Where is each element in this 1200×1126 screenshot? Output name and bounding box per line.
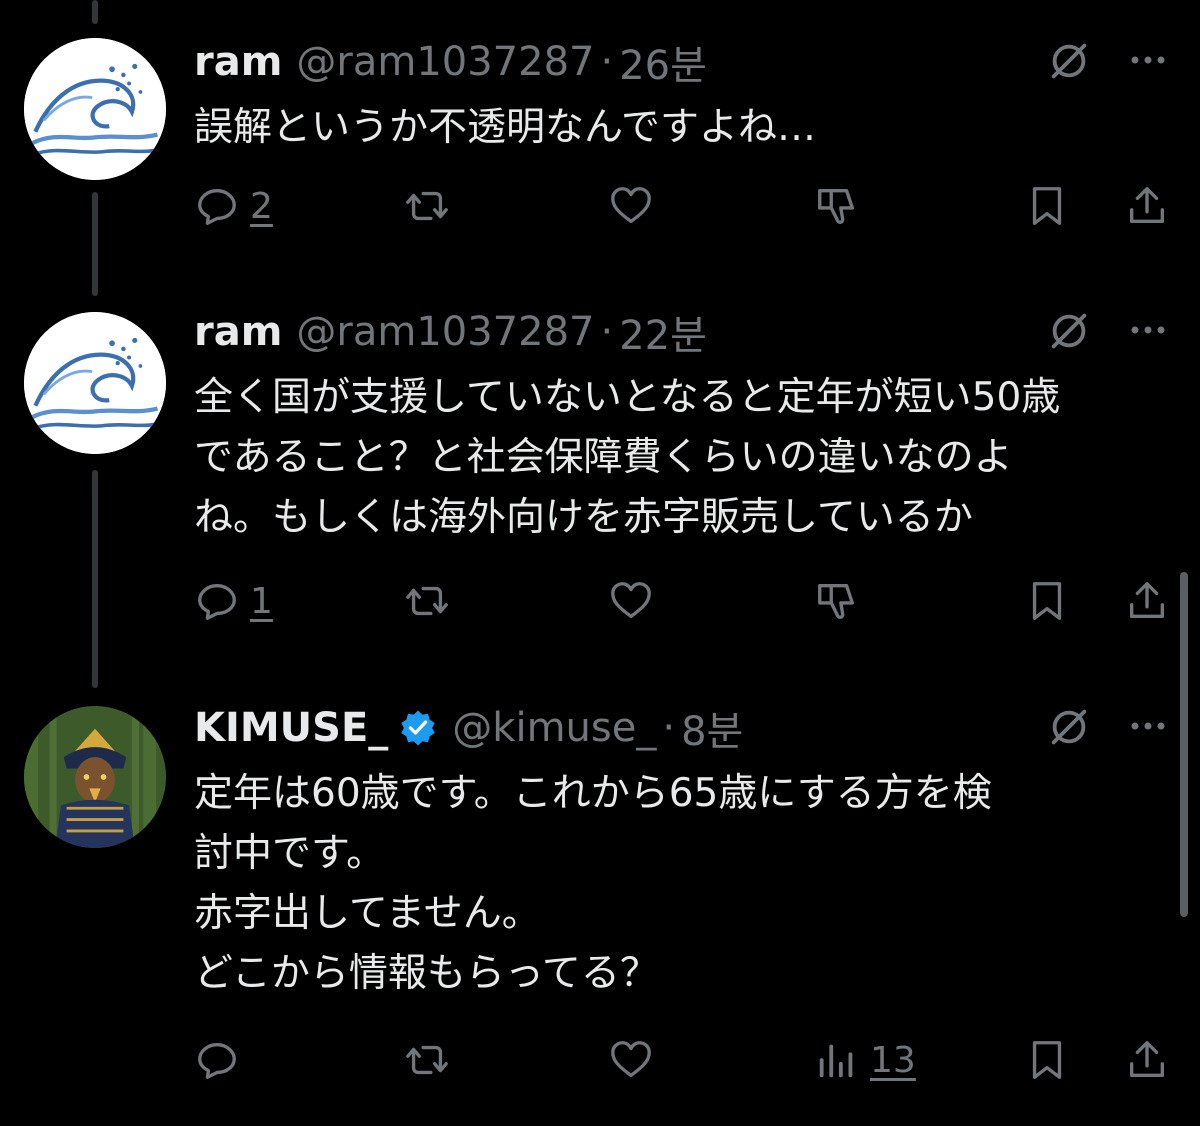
reply-count: 1 — [250, 580, 273, 622]
dislike-button[interactable] — [814, 180, 860, 232]
user-handle[interactable]: @kimuse_ — [452, 705, 656, 751]
tweet-text-line: ね。もしくは海外向けを赤字販売しているか — [194, 495, 973, 540]
retweet-button[interactable] — [404, 1034, 450, 1086]
grok-icon[interactable] — [1046, 308, 1092, 354]
bookmark-button[interactable] — [1024, 180, 1070, 232]
tweet-text: 全く国が支援していないとなると定年が短い50歳 であること？と社会保障費くらいの… — [194, 368, 1154, 548]
avatar[interactable] — [24, 38, 166, 180]
dislike-icon — [818, 583, 855, 619]
timestamp[interactable]: 22분 — [619, 303, 707, 361]
separator-dot: · — [600, 309, 614, 355]
tweet-text: 定年は60歳です。これから65歳にする方を検 討中です。 赤字出してません。 ど… — [194, 764, 1154, 1004]
separator-dot: · — [662, 705, 676, 751]
views-count: 13 — [870, 1039, 916, 1081]
tweet-text-line: 誤解というか不透明なんですよね… — [194, 105, 817, 150]
tweet-text-line: 定年は60歳です。これから65歳にする方を検 — [194, 771, 992, 816]
tweet-text-line: どこから情報もらってる？ — [194, 951, 659, 996]
like-icon — [611, 582, 651, 619]
bookmark-icon — [1032, 582, 1062, 620]
views-icon — [819, 1044, 853, 1078]
avatar[interactable] — [24, 312, 166, 454]
tweet-text: 誤解というか不透明なんですよね… — [194, 98, 1154, 158]
reply-button[interactable]: 1 — [194, 575, 273, 627]
reply-icon — [198, 583, 236, 620]
reply-icon — [198, 1042, 236, 1079]
reply-count: 2 — [250, 185, 273, 227]
avatar[interactable] — [24, 706, 166, 848]
user-handle[interactable]: @ram1037287 — [296, 309, 594, 355]
more-icon[interactable] — [1126, 38, 1170, 82]
share-icon — [1129, 187, 1165, 224]
share-button[interactable] — [1124, 1034, 1170, 1086]
like-icon — [611, 1041, 651, 1078]
retweet-icon — [406, 1045, 448, 1075]
timestamp[interactable]: 8분 — [681, 699, 743, 757]
dislike-icon — [818, 188, 855, 224]
tweet-text-line: であること？と社会保障費くらいの違いなのよ — [194, 435, 1013, 480]
reply-button[interactable] — [194, 1034, 240, 1086]
tweet-text-line: 赤字出してません。 — [194, 891, 541, 936]
thread-line — [92, 0, 98, 24]
reply-button[interactable]: 2 — [194, 180, 273, 232]
grok-icon[interactable] — [1046, 704, 1092, 750]
like-icon — [611, 187, 651, 224]
dislike-button[interactable] — [814, 575, 860, 627]
like-button[interactable] — [608, 1034, 654, 1086]
user-handle[interactable]: @ram1037287 — [296, 39, 594, 85]
more-icon[interactable] — [1126, 704, 1170, 748]
grok-icon[interactable] — [1046, 38, 1092, 84]
tweet-header: ram @ram1037287 · 22분 — [194, 303, 707, 361]
retweet-button[interactable] — [404, 575, 450, 627]
retweet-button[interactable] — [404, 180, 450, 232]
retweet-icon — [406, 191, 448, 221]
separator-dot: · — [600, 39, 614, 85]
more-icon[interactable] — [1126, 308, 1170, 352]
share-icon — [1129, 1041, 1165, 1078]
reply-icon — [198, 188, 236, 225]
share-button[interactable] — [1124, 180, 1170, 232]
tweet-header: ram @ram1037287 · 26분 — [194, 33, 707, 91]
retweet-icon — [406, 586, 448, 616]
scrollbar[interactable] — [1180, 572, 1188, 917]
like-button[interactable] — [608, 180, 654, 232]
verified-badge-icon — [401, 710, 435, 746]
tweet-text-line: 全く国が支援していないとなると定年が短い50歳 — [194, 375, 1061, 420]
timestamp[interactable]: 26분 — [619, 33, 707, 91]
share-icon — [1129, 582, 1165, 619]
bookmark-icon — [1032, 187, 1062, 225]
tweet-header: KIMUSE_ @kimuse_ · 8분 — [194, 699, 743, 757]
bookmark-icon — [1032, 1041, 1062, 1079]
thread-line — [92, 470, 98, 688]
like-button[interactable] — [608, 575, 654, 627]
thread-line — [92, 192, 98, 296]
share-button[interactable] — [1124, 575, 1170, 627]
display-name[interactable]: ram — [194, 39, 282, 85]
bookmark-button[interactable] — [1024, 575, 1070, 627]
display-name[interactable]: ram — [194, 309, 282, 355]
views-button[interactable]: 13 — [814, 1034, 916, 1086]
display-name[interactable]: KIMUSE_ — [194, 705, 388, 751]
bookmark-button[interactable] — [1024, 1034, 1070, 1086]
tweet-text-line: 討中です。 — [194, 831, 386, 876]
